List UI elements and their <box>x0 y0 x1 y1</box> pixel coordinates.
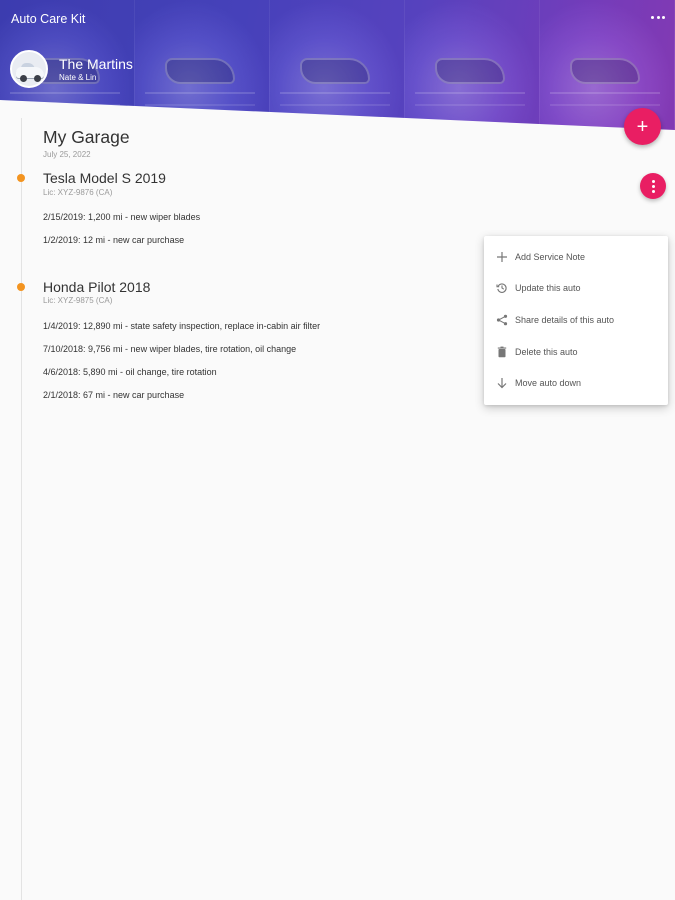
menu-item-label: Delete this auto <box>515 346 578 357</box>
vehicle-context-menu: Add Service Note Update this auto Share … <box>484 236 668 405</box>
menu-item-move-down[interactable]: Move auto down <box>484 367 668 399</box>
header-photo-tile <box>135 0 270 130</box>
menu-item-update-auto[interactable]: Update this auto <box>484 273 668 305</box>
timeline-dot <box>17 283 25 291</box>
service-note[interactable]: 1/2/2019: 12 mi - new car purchase <box>43 235 184 245</box>
overflow-menu-icon[interactable] <box>651 12 665 22</box>
vehicle-more-button[interactable] <box>640 173 666 199</box>
service-note[interactable]: 7/10/2018: 9,756 mi - new wiper blades, … <box>43 344 296 354</box>
service-note[interactable]: 2/1/2018: 67 mi - new car purchase <box>43 390 184 400</box>
vehicle-name[interactable]: Tesla Model S 2019 <box>43 170 166 186</box>
service-note[interactable]: 2/15/2019: 1,200 mi - new wiper blades <box>43 212 200 222</box>
timeline-line <box>21 118 22 900</box>
more-vert-icon <box>651 179 655 183</box>
vehicle-plate: Lic: XYZ-9876 (CA) <box>43 188 113 197</box>
page-title: My Garage <box>43 127 130 147</box>
vehicle-name[interactable]: Honda Pilot 2018 <box>43 279 150 295</box>
vehicle-plate: Lic: XYZ-9875 (CA) <box>43 296 113 305</box>
service-note[interactable]: 4/6/2018: 5,890 mi - oil change, tire ro… <box>43 367 217 377</box>
app-title: Auto Care Kit <box>11 12 86 26</box>
header-photo-tile <box>405 0 540 130</box>
share-icon <box>496 314 508 326</box>
add-auto-button[interactable]: + <box>624 108 661 145</box>
header-photo-tile <box>270 0 405 130</box>
timeline-dot <box>17 174 25 182</box>
trash-icon <box>496 346 508 358</box>
menu-item-add-service-note[interactable]: Add Service Note <box>484 241 668 273</box>
menu-item-delete-auto[interactable]: Delete this auto <box>484 336 668 368</box>
plus-icon <box>496 251 508 263</box>
menu-item-label: Move auto down <box>515 378 582 389</box>
profile-name: The Martins <box>59 56 133 72</box>
profile-members: Nate & Lin <box>59 73 97 82</box>
menu-item-share-auto[interactable]: Share details of this auto <box>484 304 668 336</box>
page-date: July 25, 2022 <box>43 150 91 159</box>
history-icon <box>496 282 508 294</box>
service-note[interactable]: 1/4/2019: 12,890 mi - state safety inspe… <box>43 321 320 331</box>
menu-item-label: Share details of this auto <box>515 314 615 325</box>
arrow-down-icon <box>496 377 508 389</box>
menu-item-label: Add Service Note <box>515 251 586 262</box>
menu-item-label: Update this auto <box>515 283 581 294</box>
plus-icon: + <box>636 115 649 138</box>
avatar[interactable] <box>10 50 48 88</box>
